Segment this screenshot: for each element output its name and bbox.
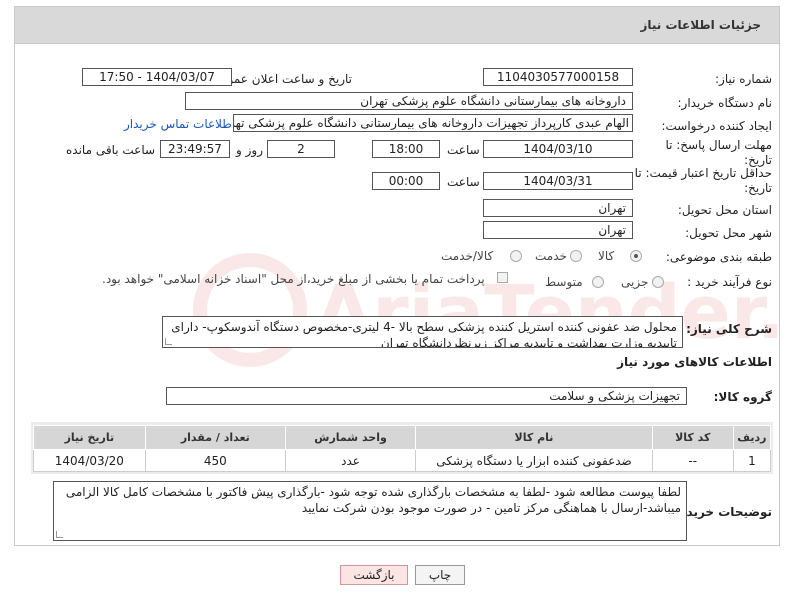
remaining-time-field: 23:49:57 — [160, 140, 230, 158]
category-service-label: خدمت — [535, 249, 567, 263]
category-radio-goods[interactable] — [630, 250, 642, 262]
col-need-date: تاریخ نیاز — [33, 425, 146, 450]
category-goods-label: کالا — [598, 249, 615, 263]
category-label: طبقه بندی موضوعی: — [665, 250, 772, 264]
process-radio-medium[interactable] — [592, 276, 604, 288]
need-number-label: شماره نیاز: — [715, 72, 772, 86]
cell-item-name: ضدعفونی کننده ابزار یا دستگاه پزشکی — [415, 449, 653, 472]
price-date-field: 1404/03/31 — [483, 172, 633, 190]
reply-date-field: 1404/03/10 — [483, 140, 633, 158]
treasury-payment-note: پرداخت تمام یا بخشی از مبلغ خرید،از محل … — [102, 272, 485, 286]
goods-group-field: تجهیزات پزشکی و سلامت — [166, 387, 687, 405]
cell-item-code: -- — [651, 449, 734, 472]
remaining-label: ساعت باقی مانده — [66, 143, 156, 157]
category-radio-goods-service[interactable] — [510, 250, 522, 262]
cell-quantity: 450 — [144, 449, 286, 472]
reply-time-field: 18:00 — [372, 140, 440, 158]
process-label: نوع فرآیند خرید : — [687, 275, 772, 289]
resize-grip-icon[interactable] — [56, 531, 63, 538]
buyer-notes-text: لطفا پیوست مطالعه شود -لطفا به مشخصات با… — [65, 485, 681, 515]
category-goods-service-label: کالا/خدمت — [441, 249, 494, 263]
treasury-payment-checkbox[interactable] — [497, 272, 508, 283]
summary-text: محلول ضد عفونی کننده استریل کننده پزشکی … — [171, 320, 677, 348]
price-time-field: 00:00 — [372, 172, 440, 190]
requester-label: ایجاد کننده درخواست: — [661, 119, 772, 133]
buyer-org-label: نام دستگاه خریدار: — [677, 96, 773, 110]
page-title: جزئیات اطلاعات نیاز — [640, 18, 761, 32]
price-time-label: ساعت — [447, 175, 480, 189]
print-button[interactable]: چاپ — [415, 565, 465, 585]
announce-datetime-field: 1404/03/07 - 17:50 — [82, 68, 232, 86]
cell-row-number: 1 — [732, 449, 772, 472]
process-medium-label: متوسط — [545, 275, 583, 289]
col-item-code: کد کالا — [651, 425, 734, 450]
province-label: استان محل تحویل: — [677, 203, 772, 217]
col-unit: واحد شمارش — [284, 425, 417, 450]
need-number-field: 1104030577000158 — [483, 68, 633, 86]
days-label: روز و — [236, 143, 263, 157]
back-button[interactable]: بازگشت — [340, 565, 408, 585]
table-row: 1 -- ضدعفونی کننده ابزار یا دستگاه پزشکی… — [33, 449, 772, 472]
reply-time-label: ساعت — [447, 143, 480, 157]
province-field: تهران — [483, 199, 633, 217]
contact-buyer-link[interactable]: اطلاعات تماس خریدار — [124, 117, 235, 131]
process-radio-minor[interactable] — [652, 276, 664, 288]
price-validity-label: حداقل تاریخ اعتبار قیمت: تا تاریخ: — [634, 166, 772, 195]
buyer-org-field: داروخانه های بیمارستانی دانشگاه علوم پزش… — [185, 92, 633, 110]
cell-unit: عدد — [284, 449, 417, 472]
panel-header: جزئیات اطلاعات نیاز — [14, 6, 780, 44]
resize-grip-icon[interactable] — [165, 338, 172, 345]
goods-info-title: اطلاعات کالاهای مورد نیاز — [617, 355, 772, 369]
category-radio-service[interactable] — [570, 250, 582, 262]
buyer-notes-textarea: لطفا پیوست مطالعه شود -لطفا به مشخصات با… — [53, 481, 687, 541]
city-field: تهران — [483, 221, 633, 239]
summary-textarea: محلول ضد عفونی کننده استریل کننده پزشکی … — [162, 316, 683, 348]
city-label: شهر محل تحویل: — [685, 226, 772, 240]
process-minor-label: جزیی — [621, 275, 649, 289]
requester-field: الهام عبدی کارپرداز تجهیزات داروخانه های… — [233, 114, 633, 132]
col-quantity: تعداد / مقدار — [144, 425, 286, 450]
goods-group-label: گروه کالا: — [713, 390, 772, 404]
days-field: 2 — [267, 140, 335, 158]
reply-deadline-label: مهلت ارسال پاسخ: تا تاریخ: — [665, 138, 772, 167]
items-table: ردیف کد کالا نام کالا واحد شمارش تعداد /… — [33, 425, 772, 472]
col-row-number: ردیف — [732, 425, 772, 450]
cell-need-date: 1404/03/20 — [33, 449, 146, 472]
items-table-header: ردیف کد کالا نام کالا واحد شمارش تعداد /… — [33, 425, 772, 450]
col-item-name: نام کالا — [415, 425, 653, 450]
summary-label: شرح کلی نیاز: — [686, 322, 772, 336]
